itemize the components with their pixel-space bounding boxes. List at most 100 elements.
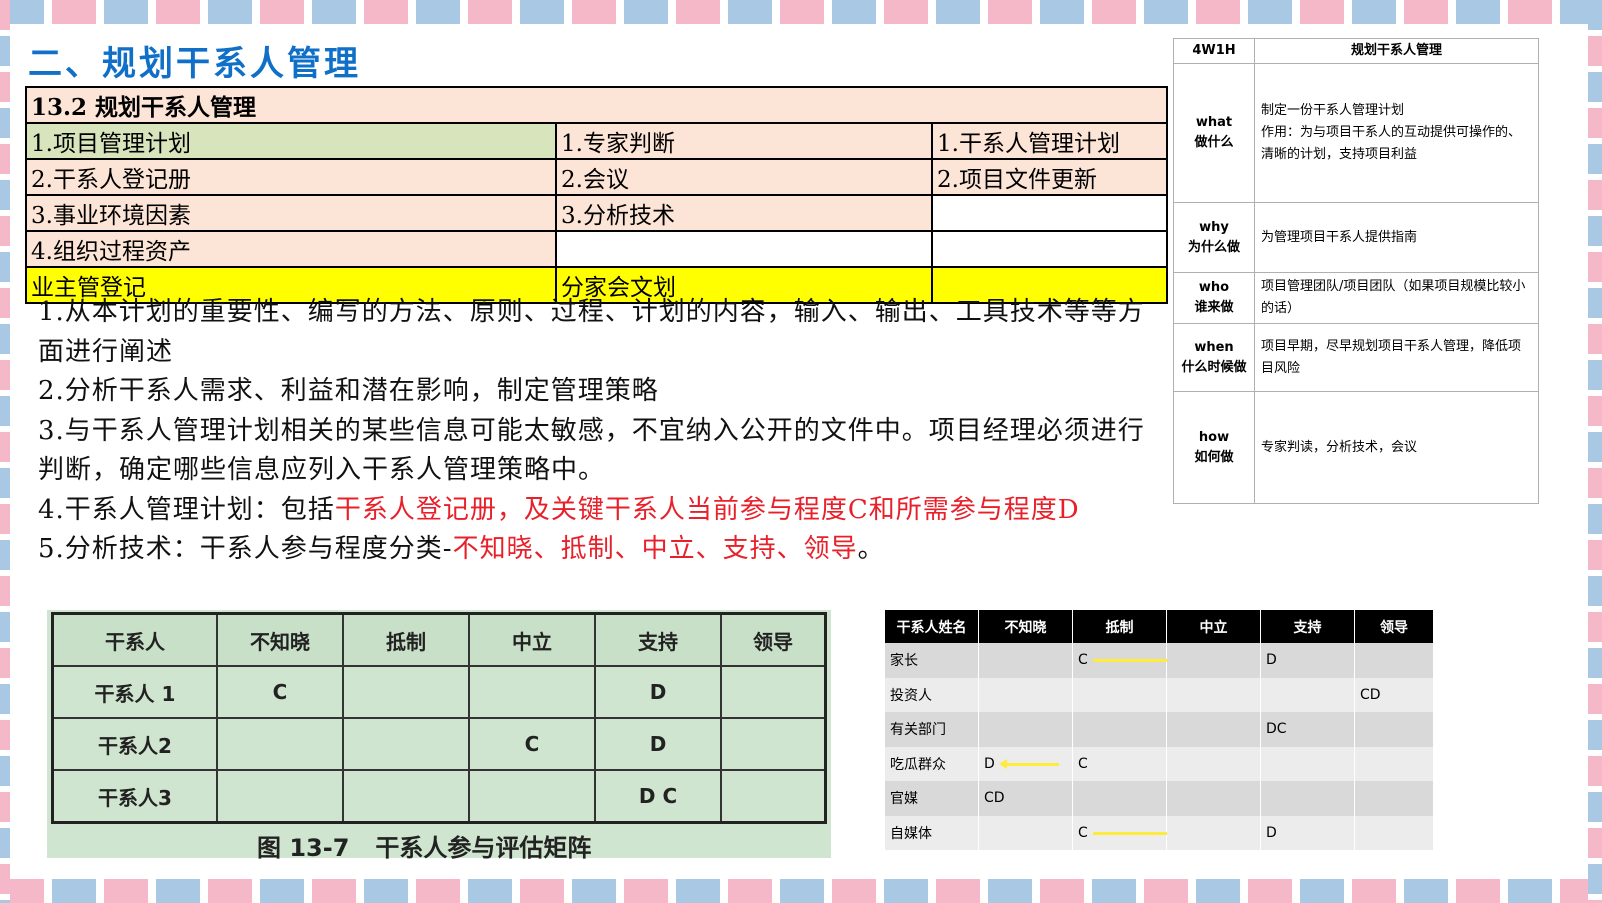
matrix-header: 干系人 xyxy=(51,612,218,667)
eng-cell xyxy=(978,677,1073,712)
eng-cell: DC xyxy=(1260,712,1355,747)
itto-output-1: 1.干系人管理计划 xyxy=(931,122,1168,160)
matrix-cell xyxy=(216,717,344,771)
itto-output-2: 2.项目文件更新 xyxy=(931,158,1168,196)
matrix-cell xyxy=(342,769,470,824)
itto-output-4 xyxy=(931,230,1168,268)
eng-cell xyxy=(1354,712,1434,747)
matrix-header: 中立 xyxy=(468,612,596,667)
eng-header: 中立 xyxy=(1166,610,1261,643)
eng-cell: D xyxy=(1260,815,1355,850)
note-4: 4.干系人管理计划：包括干系人登记册，及关键干系人当前参与程度C和所需参与程度D xyxy=(38,494,1080,525)
eng-cell xyxy=(1354,781,1434,816)
w4-value-why: 为管理项目干系人提供指南 xyxy=(1254,202,1539,273)
eng-cell xyxy=(978,815,1073,850)
note-3: 3.与干系人管理计划相关的某些信息可能太敏感，不宜纳入公开的文件中。项目经理必须… xyxy=(38,415,1145,486)
itto-tool-4 xyxy=(555,230,933,268)
note-1: 1.从本计划的重要性、编写的方法、原则、过程、计划的内容，输入、输出、工具技术等… xyxy=(38,297,1145,367)
itto-header: 13.2 规划干系人管理 xyxy=(25,86,1168,124)
decorative-border-left xyxy=(0,0,10,903)
eng-cell xyxy=(1354,815,1434,850)
eng-cell xyxy=(1166,746,1261,781)
matrix-header: 领导 xyxy=(720,612,827,667)
matrix-cell xyxy=(720,665,827,719)
w4-key-what: what 做什么 xyxy=(1173,63,1255,203)
itto-input-2: 2.干系人登记册 xyxy=(25,158,557,196)
itto-input-3: 3.事业环境因素 xyxy=(25,194,557,232)
eng-cell: CD xyxy=(1354,677,1434,712)
matrix-cell xyxy=(342,665,470,719)
eng-header: 不知晓 xyxy=(978,610,1073,643)
eng-header: 抵制 xyxy=(1072,610,1167,643)
eng-header: 支持 xyxy=(1260,610,1355,643)
eng-cell xyxy=(1072,677,1167,712)
matrix-cell xyxy=(720,717,827,771)
eng-cell xyxy=(1072,712,1167,747)
w4-key-why: why 为什么做 xyxy=(1173,202,1255,273)
itto-input-4: 4.组织过程资产 xyxy=(25,230,557,268)
itto-tool-3: 3.分析技术 xyxy=(555,194,933,232)
matrix-cell: D xyxy=(594,717,722,771)
matrix-header: 支持 xyxy=(594,612,722,667)
w4-header-key: 4W1H xyxy=(1173,38,1255,64)
eng-cell: CD xyxy=(978,781,1073,816)
w4-key-who: who 谁来做 xyxy=(1173,272,1255,324)
eng-cell xyxy=(1166,677,1261,712)
matrix-cell: C xyxy=(216,665,344,719)
w4-value-who: 项目管理团队/项目团队（如果项目规模比较小的话） xyxy=(1254,272,1539,324)
engagement-matrix-figure: 干系人 不知晓 抵制 中立 支持 领导 干系人 1 C D 干系人2 C D 干… xyxy=(47,610,831,862)
matrix-cell: D xyxy=(594,665,722,719)
slide-title: 二、规划干系人管理 xyxy=(28,44,361,84)
matrix-header: 抵制 xyxy=(342,612,470,667)
matrix-cell: 干系人 1 xyxy=(51,665,218,719)
eng-header: 干系人姓名 xyxy=(885,610,979,643)
eng-cell: C xyxy=(1072,746,1167,781)
arrow-left-icon xyxy=(999,758,1059,769)
matrix-cell xyxy=(468,769,596,824)
eng-cell xyxy=(1166,815,1261,850)
matrix-cell xyxy=(468,665,596,719)
eng-cell xyxy=(1354,746,1434,781)
itto-output-3 xyxy=(931,194,1168,232)
eng-cell: 自媒体 xyxy=(885,815,979,850)
eng-cell xyxy=(1260,677,1355,712)
eng-cell: D xyxy=(1260,643,1355,678)
eng-cell xyxy=(1260,781,1355,816)
itto-table: 13.2 规划干系人管理 1.项目管理计划 1.专家判断 1.干系人管理计划 2… xyxy=(25,86,1168,304)
note-2: 2.分析干系人需求、利益和潜在影响，制定管理策略 xyxy=(38,376,659,406)
eng-cell: D xyxy=(978,746,1073,781)
eng-cell xyxy=(1166,781,1261,816)
notes-list: 1.从本计划的重要性、编写的方法、原则、过程、计划的内容，输入、输出、工具技术等… xyxy=(38,293,1158,570)
eng-cell xyxy=(978,712,1073,747)
matrix-cell xyxy=(342,717,470,771)
itto-tool-2: 2.会议 xyxy=(555,158,933,196)
eng-cell xyxy=(1072,781,1167,816)
eng-cell: 有关部门 xyxy=(885,712,979,747)
decorative-border-bottom xyxy=(0,879,1602,903)
matrix-header: 不知晓 xyxy=(216,612,344,667)
w4-key-when: when 什么时候做 xyxy=(1173,323,1255,392)
matrix-cell xyxy=(216,769,344,824)
four-w-one-h-table: 4W1H 规划干系人管理 what 做什么 制定一份干系人管理计划 作用：为与项目… xyxy=(1173,38,1539,504)
eng-cell: 投资人 xyxy=(885,677,979,712)
itto-tool-1: 1.专家判断 xyxy=(555,122,933,160)
eng-cell xyxy=(1354,643,1434,678)
matrix-cell xyxy=(720,769,827,824)
eng-cell: 吃瓜群众 xyxy=(885,746,979,781)
itto-input-1: 1.项目管理计划 xyxy=(25,122,557,160)
matrix-caption: 图 13-7 干系人参与评估矩阵 xyxy=(257,834,592,862)
eng-cell xyxy=(978,643,1073,678)
engagement-table: 干系人姓名 不知晓 抵制 中立 支持 领导 家长 C D 投资人 CD 有关部门… xyxy=(885,610,1434,850)
eng-cell: 家长 xyxy=(885,643,979,678)
decorative-border-top xyxy=(0,0,1602,24)
w4-header-value: 规划干系人管理 xyxy=(1254,38,1539,64)
matrix-cell: 干系人2 xyxy=(51,717,218,771)
w4-value-when: 项目早期，尽早规划项目干系人管理，降低项目风险 xyxy=(1254,323,1539,392)
w4-value-how: 专家判读，分析技术，会议 xyxy=(1254,391,1539,504)
eng-cell: 官媒 xyxy=(885,781,979,816)
note-5-highlight: 不知晓、抵制、中立、支持、领导 xyxy=(452,534,858,564)
eng-cell xyxy=(1260,746,1355,781)
matrix-cell: D C xyxy=(594,769,722,824)
note-4-highlight: 干系人登记册，及关键干系人当前参与程度C和所需参与程度D xyxy=(334,494,1080,525)
matrix-cell: 干系人3 xyxy=(51,769,218,824)
